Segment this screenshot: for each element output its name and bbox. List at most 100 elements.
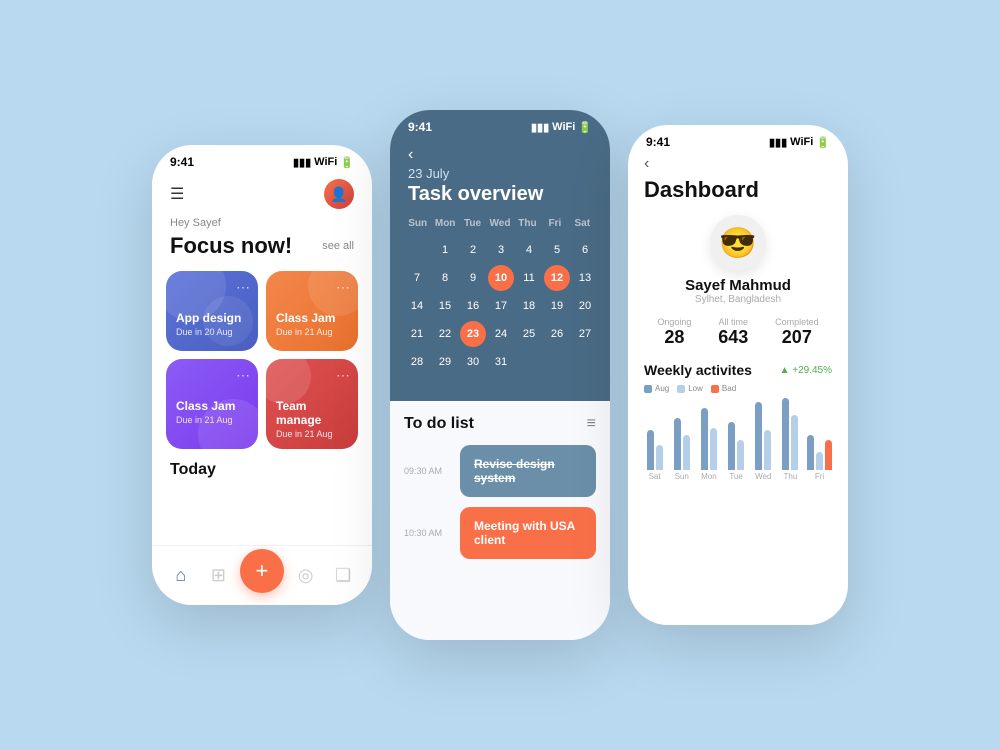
day-mon: Mon: [431, 218, 458, 229]
cal-day-5[interactable]: 5: [544, 237, 570, 263]
cal-day-25[interactable]: 25: [516, 321, 542, 347]
time-3: 9:41: [646, 135, 670, 149]
chart-label-fri: Fri: [815, 472, 824, 481]
cal-day-3[interactable]: 3: [488, 237, 514, 263]
cal-day-22[interactable]: 22: [432, 321, 458, 347]
wifi-icon: WiFi: [552, 121, 575, 133]
bar-tue-low: [737, 440, 744, 470]
bar-mon-low: [710, 428, 717, 470]
avatar[interactable]: 👤: [324, 179, 354, 209]
nav-bookmark[interactable]: ❏: [327, 560, 359, 592]
cal-day-1[interactable]: 1: [432, 237, 458, 263]
cal-day-27[interactable]: 27: [572, 321, 598, 347]
bar-wed-low: [764, 430, 771, 470]
day-thu: Thu: [514, 218, 541, 229]
todo-header: To do list ≡: [404, 415, 596, 433]
status-icons-2: ▮▮▮ WiFi 🔋: [531, 121, 592, 134]
bar-wed-aug: [755, 402, 762, 470]
hamburger-icon[interactable]: ☰: [170, 184, 184, 204]
cal-day-16[interactable]: 16: [460, 293, 486, 319]
chart-col-thu: Thu: [780, 390, 801, 481]
cal-day-8[interactable]: 8: [432, 265, 458, 291]
cal-day-13[interactable]: 13: [572, 265, 598, 291]
calendar-date: 23 July: [390, 166, 610, 183]
title-row: Focus now! see all: [152, 233, 372, 271]
cal-day-18[interactable]: 18: [516, 293, 542, 319]
bar-tue-aug: [728, 422, 735, 470]
cal-day-6[interactable]: 6: [572, 237, 598, 263]
cal-day-7[interactable]: 7: [404, 265, 430, 291]
cal-day-19[interactable]: 19: [544, 293, 570, 319]
nav-home[interactable]: ⌂: [165, 560, 197, 592]
greeting: Hey Sayef: [152, 217, 372, 233]
bar-sat-low: [656, 445, 663, 470]
task-card-team-manage[interactable]: ⋯ Team manage Due in 21 Aug: [266, 359, 358, 449]
add-task-button[interactable]: +: [240, 549, 284, 593]
cal-day-9[interactable]: 9: [460, 265, 486, 291]
back-button-3[interactable]: ‹: [644, 153, 832, 177]
chart-label-sat: Sat: [649, 472, 661, 481]
task-card-revise[interactable]: Revise design system: [460, 445, 596, 497]
card-menu-icon[interactable]: ⋯: [336, 367, 350, 384]
bar-sun-low: [683, 435, 690, 470]
calendar-grid: 1 2 3 4 5 6 7 8 9 10 11 12 13 14 15: [404, 237, 596, 375]
task-card-app-design[interactable]: ⋯ App design Due in 20 Aug: [166, 271, 258, 351]
cal-day-17[interactable]: 17: [488, 293, 514, 319]
bar-thu-low: [791, 415, 798, 470]
calendar-header: Sun Mon Tue Wed Thu Fri Sat: [404, 218, 596, 229]
todo-item-2: 10:30 AM Meeting with USA client: [404, 507, 596, 559]
profile-avatar: 😎: [710, 215, 766, 271]
cal-day-23[interactable]: 23: [460, 321, 486, 347]
back-button-2[interactable]: ‹: [390, 138, 610, 166]
card-menu-icon[interactable]: ⋯: [236, 279, 250, 296]
phone-2: 9:41 ▮▮▮ WiFi 🔋 ‹ 23 July Task overview …: [390, 110, 610, 640]
battery-icon: 🔋: [816, 136, 830, 149]
cal-day-2[interactable]: 2: [460, 237, 486, 263]
task-time-2: 10:30 AM: [404, 528, 450, 538]
cal-day-11[interactable]: 11: [516, 265, 542, 291]
todo-section: To do list ≡ 09:30 AM Revise design syst…: [390, 401, 610, 640]
status-icons-1: ▮▮▮ WiFi 🔋: [293, 156, 354, 169]
cal-day-10[interactable]: 10: [488, 265, 514, 291]
filter-icon[interactable]: ≡: [587, 415, 596, 433]
bottom-nav: ⌂ ⊞ + ◎ ❏: [152, 545, 372, 605]
bar-mon-aug: [701, 408, 708, 470]
cal-day-14[interactable]: 14: [404, 293, 430, 319]
task-card-classjam-2[interactable]: ⋯ Class Jam Due in 21 Aug: [166, 359, 258, 449]
cal-day-26[interactable]: 26: [544, 321, 570, 347]
cal-day-28[interactable]: 28: [404, 349, 430, 375]
stats-row: Ongoing 28 All time 643 Completed 207: [644, 317, 832, 348]
chart-col-wed: Wed: [753, 390, 774, 481]
cal-day-31[interactable]: 31: [488, 349, 514, 375]
cal-day-15[interactable]: 15: [432, 293, 458, 319]
stat-label-alltime: All time: [718, 317, 748, 327]
nav-calendar[interactable]: ⊞: [202, 560, 234, 592]
chart-label-wed: Wed: [755, 472, 771, 481]
cal-day-4[interactable]: 4: [516, 237, 542, 263]
cal-day-30[interactable]: 30: [460, 349, 486, 375]
see-all-link[interactable]: see all: [322, 240, 354, 252]
bar-fri-low: [816, 452, 823, 470]
bar-sat-aug: [647, 430, 654, 470]
signal-icon: ▮▮▮: [769, 136, 787, 149]
weekly-title: Weekly activites: [644, 362, 752, 378]
task-card-classjam-1[interactable]: ⋯ Class Jam Due in 21 Aug: [266, 271, 358, 351]
chart-col-fri: Fri: [807, 390, 832, 481]
card-menu-icon[interactable]: ⋯: [236, 367, 250, 384]
chart-label-tue: Tue: [729, 472, 743, 481]
nav-settings[interactable]: ◎: [290, 560, 322, 592]
task-card-meeting[interactable]: Meeting with USA client: [460, 507, 596, 559]
cal-day-29[interactable]: 29: [432, 349, 458, 375]
chart-col-tue: Tue: [726, 390, 747, 481]
bar-group-wed: [755, 390, 771, 470]
profile-section: 😎 Sayef Mahmud Sylhet, Bangladesh: [644, 215, 832, 305]
profile-location: Sylhet, Bangladesh: [695, 294, 781, 305]
bar-group-sat: [647, 390, 663, 470]
weekly-header: Weekly activites ▲ +29.45%: [644, 362, 832, 378]
day-sun: Sun: [404, 218, 431, 229]
cal-day-21[interactable]: 21: [404, 321, 430, 347]
cal-day-20[interactable]: 20: [572, 293, 598, 319]
cal-day-24[interactable]: 24: [488, 321, 514, 347]
cal-day-12[interactable]: 12: [544, 265, 570, 291]
time-2: 9:41: [408, 120, 432, 134]
